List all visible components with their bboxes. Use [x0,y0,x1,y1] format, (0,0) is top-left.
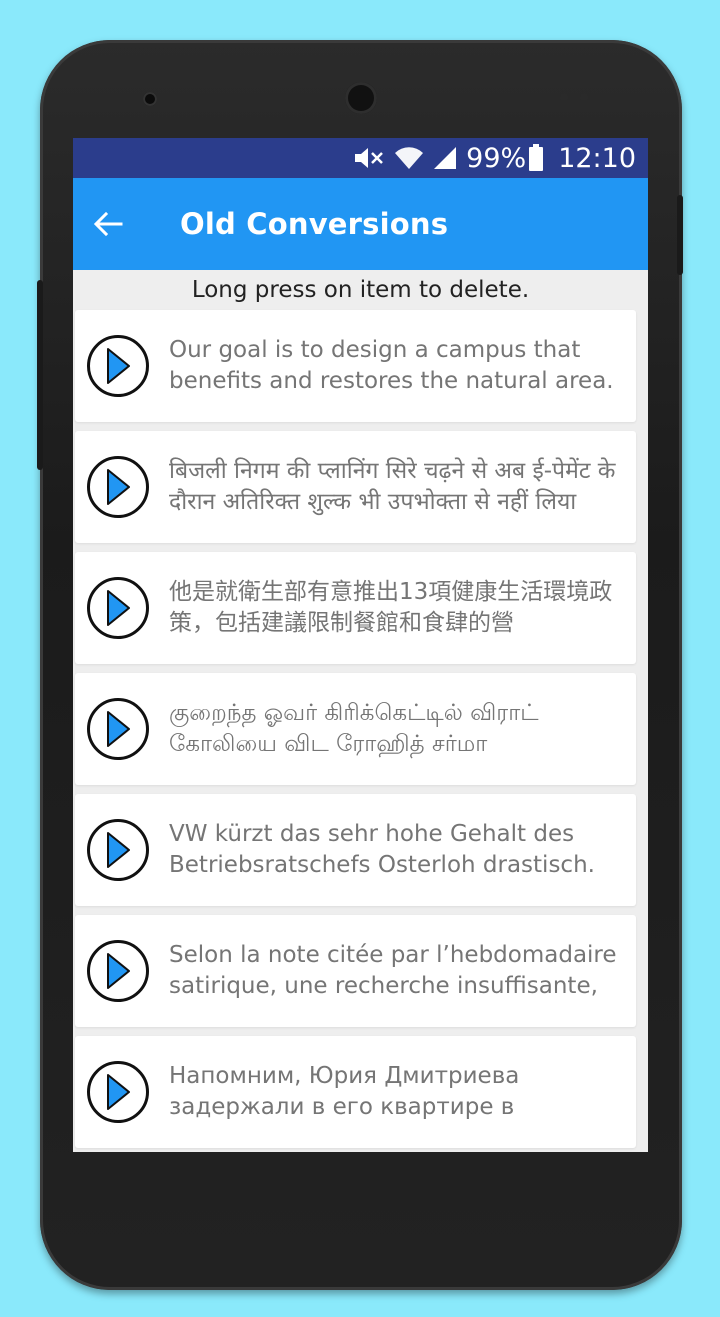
play-icon [107,590,130,626]
wifi-icon [394,145,424,171]
list-item[interactable]: 他是就衛生部有意推出13項健康生活環境政策，包括建議限制餐館和食肆的營 [75,552,636,664]
play-icon [107,953,130,989]
play-icon [107,348,130,384]
delete-hint: Long press on item to delete. [191,277,530,303]
conversion-text: Selon la note citée par l’hebdomadaire s… [169,942,617,999]
page-title: Old Conversions [180,207,449,241]
list-item[interactable]: குறைந்த ஓவர் கிரிக்கெட்டில் விராட் கோலிய… [75,673,636,785]
arrow-left-icon [93,211,123,237]
app-bar: Old Conversions [73,178,648,270]
clock: 12:10 [558,142,636,174]
signal-icon [432,145,458,171]
conversion-text: बिजली निगम की प्लानिंग सिरे चढ़ने से अब … [169,458,616,515]
play-button[interactable] [87,1061,149,1123]
play-button[interactable] [87,456,149,518]
conversion-list: Our goal is to design a campus that bene… [73,310,648,1148]
app-screen: 99% 12:10 Old Conversions Long press on … [73,138,648,1152]
conversion-text: Напомним, Юрия Дмитриева задержали в его… [169,1063,520,1120]
power-button [677,195,683,275]
list-item[interactable]: VW kürzt das sehr hohe Gehalt des Betrie… [75,794,636,906]
list-item[interactable]: Напомним, Юрия Дмитриева задержали в его… [75,1036,636,1148]
play-button[interactable] [87,940,149,1002]
play-icon [107,832,130,868]
front-camera [143,92,157,106]
earpiece-speaker [345,82,377,114]
play-button[interactable] [87,577,149,639]
conversion-text: VW kürzt das sehr hohe Gehalt des Betrie… [169,821,595,878]
play-button[interactable] [87,335,149,397]
conversion-text: குறைந்த ஓவர் கிரிக்கெட்டில் விராட் கோலிய… [169,700,539,757]
play-icon [107,469,130,505]
conversion-text: Our goal is to design a campus that bene… [169,337,614,394]
light-sensor [580,93,588,101]
back-button[interactable] [73,178,143,270]
battery-percentage: 99% [466,142,527,174]
status-bar: 99% 12:10 [73,138,648,178]
battery-icon [528,144,544,172]
proximity-sensor [560,93,568,101]
volume-button [37,280,43,470]
list-item[interactable]: Selon la note citée par l’hebdomadaire s… [75,915,636,1027]
conversion-text: 他是就衛生部有意推出13項健康生活環境政策，包括建議限制餐館和食肆的營 [169,579,613,636]
mute-icon [352,145,386,171]
play-icon [107,1074,130,1110]
list-item[interactable]: बिजली निगम की प्लानिंग सिरे चढ़ने से अब … [75,431,636,543]
play-button[interactable] [87,698,149,760]
play-button[interactable] [87,819,149,881]
list-item[interactable]: Our goal is to design a campus that bene… [75,310,636,422]
play-icon [107,711,130,747]
